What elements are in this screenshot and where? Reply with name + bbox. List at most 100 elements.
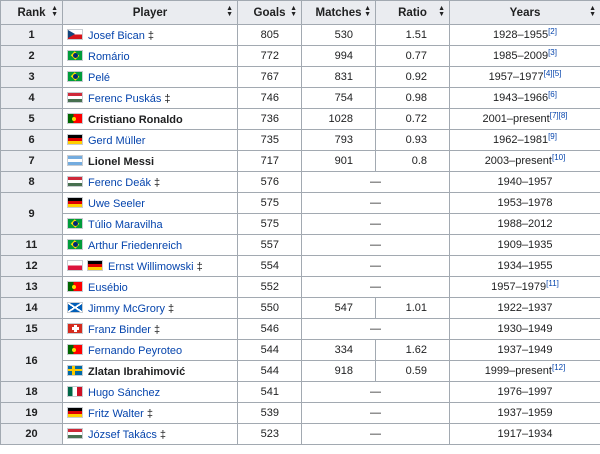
player-link[interactable]: Uwe Seeler bbox=[88, 198, 145, 210]
years-cell: 2003–present[10] bbox=[449, 150, 600, 172]
table-row: 6 Gerd Müller 735 793 0.93 1962–1981[9] bbox=[0, 129, 600, 151]
reference-link[interactable]: [4][5] bbox=[544, 69, 562, 78]
poland-flag-icon[interactable] bbox=[67, 259, 83, 271]
player-link[interactable]: Lionel Messi bbox=[88, 156, 154, 168]
switzerland-flag-icon[interactable] bbox=[67, 322, 83, 334]
sweden-flag-icon[interactable] bbox=[67, 364, 83, 376]
years-text: 1930–1949 bbox=[497, 323, 553, 335]
matches-unknown-cell: — bbox=[301, 192, 450, 214]
ratio-cell: 0.98 bbox=[375, 87, 450, 109]
ratio-cell: 1.01 bbox=[375, 297, 450, 319]
germany-flag-icon[interactable] bbox=[67, 196, 83, 208]
top-goalscorers-table: Rank ▲ ▼ Player ▲ ▼ Goals ▲ ▼ Matches ▲ ▼ Ratio ▲… bbox=[0, 0, 600, 445]
player-link[interactable]: Gerd Müller bbox=[88, 135, 145, 147]
rank-header-label: Rank bbox=[17, 6, 46, 19]
matches-cell: 994 bbox=[301, 45, 376, 67]
reference-link[interactable]: [11] bbox=[546, 279, 559, 288]
reference-link[interactable]: [3] bbox=[548, 48, 557, 57]
goals-cell: 541 bbox=[237, 381, 302, 403]
czech-flag-icon[interactable] bbox=[67, 28, 83, 40]
years-text: 1957–1979 bbox=[491, 281, 547, 293]
table-row: Túlio Maravilha 575— 1988–2012 bbox=[1, 213, 600, 235]
ratio-header-label: Ratio bbox=[398, 6, 427, 19]
player-cell: Fernando Peyroteo bbox=[62, 339, 238, 361]
player-link[interactable]: József Takács bbox=[88, 429, 157, 441]
player-link[interactable]: Ernst Willimowski bbox=[108, 261, 194, 273]
rank-cell: 3 bbox=[0, 66, 63, 88]
rank-cell: 4 bbox=[0, 87, 63, 109]
table-row: 19 Fritz Walter ‡ 539—1937–1959 bbox=[0, 402, 600, 424]
sort-arrows-icon[interactable]: ▲ ▼ bbox=[438, 5, 445, 18]
years-text: 1976–1997 bbox=[497, 386, 553, 398]
portugal-flag-icon[interactable] bbox=[67, 280, 83, 292]
years-text: 1957–1977 bbox=[488, 71, 544, 83]
scotland-flag-icon[interactable] bbox=[67, 301, 83, 313]
matches-header-label: Matches bbox=[315, 6, 362, 19]
brazil-flag-icon[interactable] bbox=[67, 217, 83, 229]
years-cell: 2001–present[7][8] bbox=[449, 108, 600, 130]
years-cell: 1909–1935 bbox=[449, 234, 600, 256]
sort-arrows-icon[interactable]: ▲ ▼ bbox=[364, 5, 371, 18]
hungary-flag-icon[interactable] bbox=[67, 427, 83, 439]
hungary-flag-icon[interactable] bbox=[67, 91, 83, 103]
sort-arrows-icon[interactable]: ▲ ▼ bbox=[51, 5, 58, 18]
years-cell: 1957–1977[4][5] bbox=[449, 66, 600, 88]
player-cell: Hugo Sánchez bbox=[62, 381, 238, 403]
player-cell: Cristiano Ronaldo bbox=[62, 108, 238, 130]
rank-column-header[interactable]: Rank ▲ ▼ bbox=[0, 0, 63, 25]
player-link[interactable]: Cristiano Ronaldo bbox=[88, 114, 183, 126]
reference-link[interactable]: [10] bbox=[552, 153, 565, 162]
brazil-flag-icon[interactable] bbox=[67, 70, 83, 82]
player-link[interactable]: Túlio Maravilha bbox=[88, 219, 163, 231]
player-link[interactable]: Franz Binder bbox=[88, 324, 151, 336]
player-link[interactable]: Fernando Peyroteo bbox=[88, 345, 182, 357]
sort-arrows-icon[interactable]: ▲ ▼ bbox=[589, 5, 596, 18]
reference-link[interactable]: [6] bbox=[548, 90, 557, 99]
goals-cell: 554 bbox=[237, 255, 302, 277]
mexico-flag-icon[interactable] bbox=[67, 385, 83, 397]
brazil-flag-icon[interactable] bbox=[67, 49, 83, 61]
player-column-header[interactable]: Player ▲ ▼ bbox=[62, 0, 238, 25]
years-header-label: Years bbox=[509, 6, 541, 19]
player-cell: Pelé bbox=[62, 66, 238, 88]
sort-arrows-icon[interactable]: ▲ ▼ bbox=[226, 5, 233, 18]
reference-link[interactable]: [2] bbox=[548, 27, 557, 36]
portugal-flag-icon[interactable] bbox=[67, 112, 83, 124]
player-link[interactable]: Hugo Sánchez bbox=[88, 387, 160, 399]
player-link[interactable]: Ferenc Deák bbox=[88, 177, 151, 189]
ratio-column-header[interactable]: Ratio ▲ ▼ bbox=[375, 0, 450, 25]
dagger-marker: ‡ bbox=[164, 92, 171, 105]
reference-link[interactable]: [7][8] bbox=[550, 111, 568, 120]
goals-cell: 575 bbox=[237, 213, 302, 235]
table-row: 15 Franz Binder ‡ 546—1930–1949 bbox=[0, 318, 600, 340]
reference-link[interactable]: [9] bbox=[548, 132, 557, 141]
matches-column-header[interactable]: Matches ▲ ▼ bbox=[301, 0, 376, 25]
player-cell: Arthur Friedenreich bbox=[62, 234, 238, 256]
goals-cell: 576 bbox=[237, 171, 302, 193]
germany-flag-icon[interactable] bbox=[67, 133, 83, 145]
years-cell: 1937–1959 bbox=[449, 402, 600, 424]
reference-link[interactable]: [12] bbox=[552, 363, 565, 372]
rank-cell: 18 bbox=[0, 381, 63, 403]
player-link[interactable]: Arthur Friedenreich bbox=[88, 240, 182, 252]
argentina-flag-icon[interactable] bbox=[67, 154, 83, 166]
goals-cell: 767 bbox=[237, 66, 302, 88]
germany-flag-icon[interactable] bbox=[67, 406, 83, 418]
brazil-flag-icon[interactable] bbox=[67, 238, 83, 250]
years-column-header[interactable]: Years ▲ ▼ bbox=[449, 0, 600, 25]
player-link[interactable]: Jimmy McGrory bbox=[88, 303, 165, 315]
player-link[interactable]: Fritz Walter bbox=[88, 408, 144, 420]
portugal-flag-icon[interactable] bbox=[67, 343, 83, 355]
player-link[interactable]: Eusébio bbox=[88, 282, 128, 294]
player-link[interactable]: Ferenc Puskás bbox=[88, 93, 161, 105]
sort-arrows-icon[interactable]: ▲ ▼ bbox=[290, 5, 297, 18]
hungary-flag-icon[interactable] bbox=[67, 175, 83, 187]
player-link[interactable]: Pelé bbox=[88, 72, 110, 84]
player-link[interactable]: Zlatan Ibrahimović bbox=[88, 366, 185, 378]
years-text: 1953–1978 bbox=[497, 197, 553, 209]
germany-flag-icon[interactable] bbox=[87, 259, 103, 271]
player-link[interactable]: Josef Bican bbox=[88, 30, 145, 42]
table-row: 13 Eusébio 552—1957–1979[11] bbox=[0, 276, 600, 298]
goals-column-header[interactable]: Goals ▲ ▼ bbox=[237, 0, 302, 25]
player-link[interactable]: Romário bbox=[88, 51, 130, 63]
